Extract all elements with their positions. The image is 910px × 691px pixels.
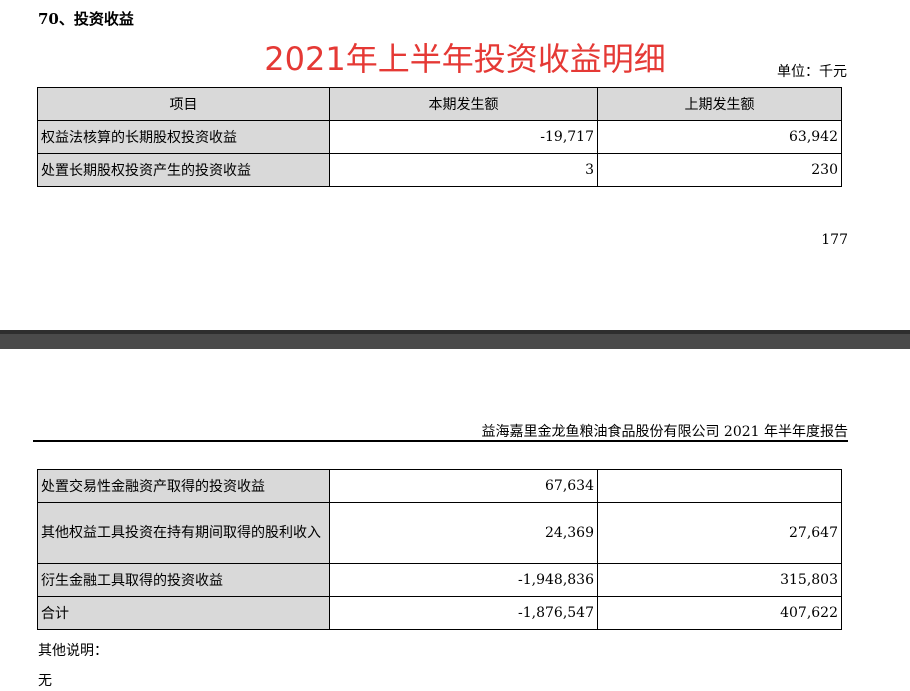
overlay-title: 2021年上半年投资收益明细 bbox=[264, 40, 666, 78]
row-item: 权益法核算的长期股权投资收益 bbox=[37, 120, 330, 154]
table-total-row: 合计 -1,876,547 407,622 bbox=[37, 596, 842, 630]
row-previous: 315,803 bbox=[597, 563, 842, 597]
company-name: 益海嘉里金龙鱼粮油食品股份有限公司 bbox=[481, 424, 720, 441]
header-current: 本期发生额 bbox=[329, 87, 598, 121]
table-row: 处置交易性金融资产取得的投资收益 67,634 bbox=[37, 469, 842, 503]
row-previous: 407,622 bbox=[597, 596, 842, 630]
row-current: 24,369 bbox=[329, 502, 598, 564]
table-row: 权益法核算的长期股权投资收益 -19,717 63,942 bbox=[37, 120, 842, 154]
report-title: 2021 年半年度报告 bbox=[719, 424, 848, 440]
row-current: -1,948,836 bbox=[329, 563, 598, 597]
investment-income-table-part1: 项目 本期发生额 上期发生额 权益法核算的长期股权投资收益 -19,717 63… bbox=[37, 87, 842, 187]
row-current: 3 bbox=[329, 153, 598, 187]
table-row: 衍生金融工具取得的投资收益 -1,948,836 315,803 bbox=[37, 563, 842, 597]
row-previous: 63,942 bbox=[597, 120, 842, 154]
section-heading: 70、投资收益 bbox=[38, 10, 134, 28]
row-current: -19,717 bbox=[329, 120, 598, 154]
row-item: 衍生金融工具取得的投资收益 bbox=[37, 563, 330, 597]
page-number: 177 bbox=[821, 232, 848, 248]
notes-label: 其他说明： bbox=[38, 643, 108, 659]
header-rule bbox=[33, 440, 848, 442]
row-item: 其他权益工具投资在持有期间取得的股利收入 bbox=[37, 502, 330, 564]
row-current: 67,634 bbox=[329, 469, 598, 503]
table-row: 处置长期股权投资产生的投资收益 3 230 bbox=[37, 153, 842, 187]
row-item: 处置长期股权投资产生的投资收益 bbox=[37, 153, 330, 187]
header-item: 项目 bbox=[37, 87, 330, 121]
table-row: 其他权益工具投资在持有期间取得的股利收入 24,369 27,647 bbox=[37, 502, 842, 564]
report-header: 益海嘉里金龙鱼粮油食品股份有限公司 2021 年半年度报告 bbox=[481, 421, 848, 441]
row-item: 处置交易性金融资产取得的投资收益 bbox=[37, 469, 330, 503]
notes-value: 无 bbox=[38, 673, 52, 689]
page-break-shadow bbox=[0, 330, 910, 334]
row-previous: 230 bbox=[597, 153, 842, 187]
investment-income-table-part2: 处置交易性金融资产取得的投资收益 67,634 其他权益工具投资在持有期间取得的… bbox=[37, 469, 842, 630]
row-current: -1,876,547 bbox=[329, 596, 598, 630]
row-previous: 27,647 bbox=[597, 502, 842, 564]
row-previous bbox=[597, 469, 842, 503]
header-previous: 上期发生额 bbox=[597, 87, 842, 121]
table-header-row: 项目 本期发生额 上期发生额 bbox=[37, 87, 842, 121]
unit-label: 单位：千元 bbox=[777, 64, 847, 80]
row-item: 合计 bbox=[37, 596, 330, 630]
